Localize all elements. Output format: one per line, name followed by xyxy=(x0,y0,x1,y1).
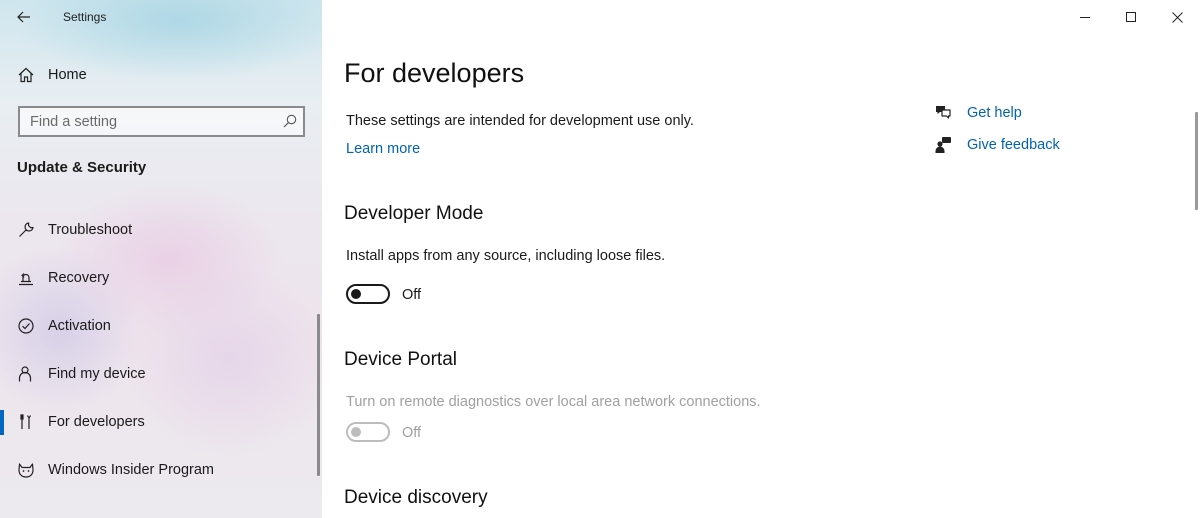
sidebar-item-label: Troubleshoot xyxy=(48,222,133,238)
recovery-icon xyxy=(19,273,33,286)
wrench-icon xyxy=(19,222,34,237)
home-icon xyxy=(18,67,34,83)
sidebar-item-label: For developers xyxy=(48,414,145,430)
minimize-button[interactable] xyxy=(1062,0,1108,34)
sidebar-item-label: Activation xyxy=(48,318,111,334)
insider-cat-icon xyxy=(18,463,34,478)
settings-window: Settings Home Update & Security Troubles… xyxy=(0,0,1200,518)
section-title: Update & Security xyxy=(17,159,147,176)
main-content: For developers These settings are intend… xyxy=(322,0,1200,518)
close-button[interactable] xyxy=(1154,0,1200,34)
feedback-person-icon xyxy=(935,137,951,153)
person-location-icon xyxy=(18,366,32,382)
device-portal-description: Turn on remote diagnostics over local ar… xyxy=(346,394,761,410)
sidebar-item-for-developers[interactable]: For developers xyxy=(0,402,316,442)
learn-more-link[interactable]: Learn more xyxy=(346,141,420,157)
sidebar-item-recovery[interactable]: Recovery xyxy=(0,258,316,298)
sidebar: Settings Home Update & Security Troubles… xyxy=(0,0,322,518)
app-title: Settings xyxy=(63,10,107,24)
main-scrollbar[interactable] xyxy=(1195,112,1198,210)
give-feedback-link[interactable]: Give feedback xyxy=(934,134,1134,158)
sidebar-item-home[interactable]: Home xyxy=(0,60,322,90)
developer-mode-toggle[interactable] xyxy=(346,284,390,304)
search-icon[interactable] xyxy=(283,114,297,128)
maximize-button[interactable] xyxy=(1108,0,1154,34)
close-icon xyxy=(1171,11,1183,23)
sidebar-item-windows-insider-program[interactable]: Windows Insider Program xyxy=(0,450,316,490)
device-portal-toggle[interactable] xyxy=(346,422,390,442)
get-help-label: Get help xyxy=(967,105,1022,121)
developer-mode-heading: Developer Mode xyxy=(344,203,484,224)
search-input[interactable] xyxy=(20,108,270,135)
title-bar: Settings xyxy=(0,0,322,36)
sidebar-item-label: Recovery xyxy=(48,270,110,286)
chat-help-icon xyxy=(936,106,951,119)
give-feedback-label: Give feedback xyxy=(967,137,1060,153)
page-description: These settings are intended for developm… xyxy=(346,113,694,129)
toggle-knob xyxy=(351,427,361,437)
selection-indicator xyxy=(0,410,4,435)
device-discovery-heading: Device discovery xyxy=(344,487,488,508)
sidebar-item-label: Find my device xyxy=(48,366,146,382)
back-button[interactable] xyxy=(10,4,38,30)
minimize-icon xyxy=(1080,17,1090,18)
developer-mode-description: Install apps from any source, including … xyxy=(346,248,666,264)
sidebar-item-label: Windows Insider Program xyxy=(48,462,214,478)
window-controls xyxy=(1062,0,1200,34)
sidebar-scrollbar[interactable] xyxy=(317,314,320,476)
search-box[interactable] xyxy=(18,106,305,137)
maximize-icon xyxy=(1126,12,1136,22)
sidebar-item-find-my-device[interactable]: Find my device xyxy=(0,354,316,394)
device-portal-state: Off xyxy=(402,425,422,441)
get-help-link[interactable]: Get help xyxy=(934,102,1134,126)
sidebar-item-activation[interactable]: Activation xyxy=(0,306,316,346)
page-title: For developers xyxy=(344,58,525,88)
sidebar-item-label: Home xyxy=(48,67,87,83)
device-portal-heading: Device Portal xyxy=(344,349,457,370)
toggle-knob xyxy=(351,289,361,299)
developer-mode-state: Off xyxy=(402,287,422,303)
sidebar-item-troubleshoot[interactable]: Troubleshoot xyxy=(0,210,316,250)
check-circle-icon xyxy=(18,318,34,334)
developer-tools-icon xyxy=(20,414,32,429)
back-arrow-icon xyxy=(17,11,30,23)
